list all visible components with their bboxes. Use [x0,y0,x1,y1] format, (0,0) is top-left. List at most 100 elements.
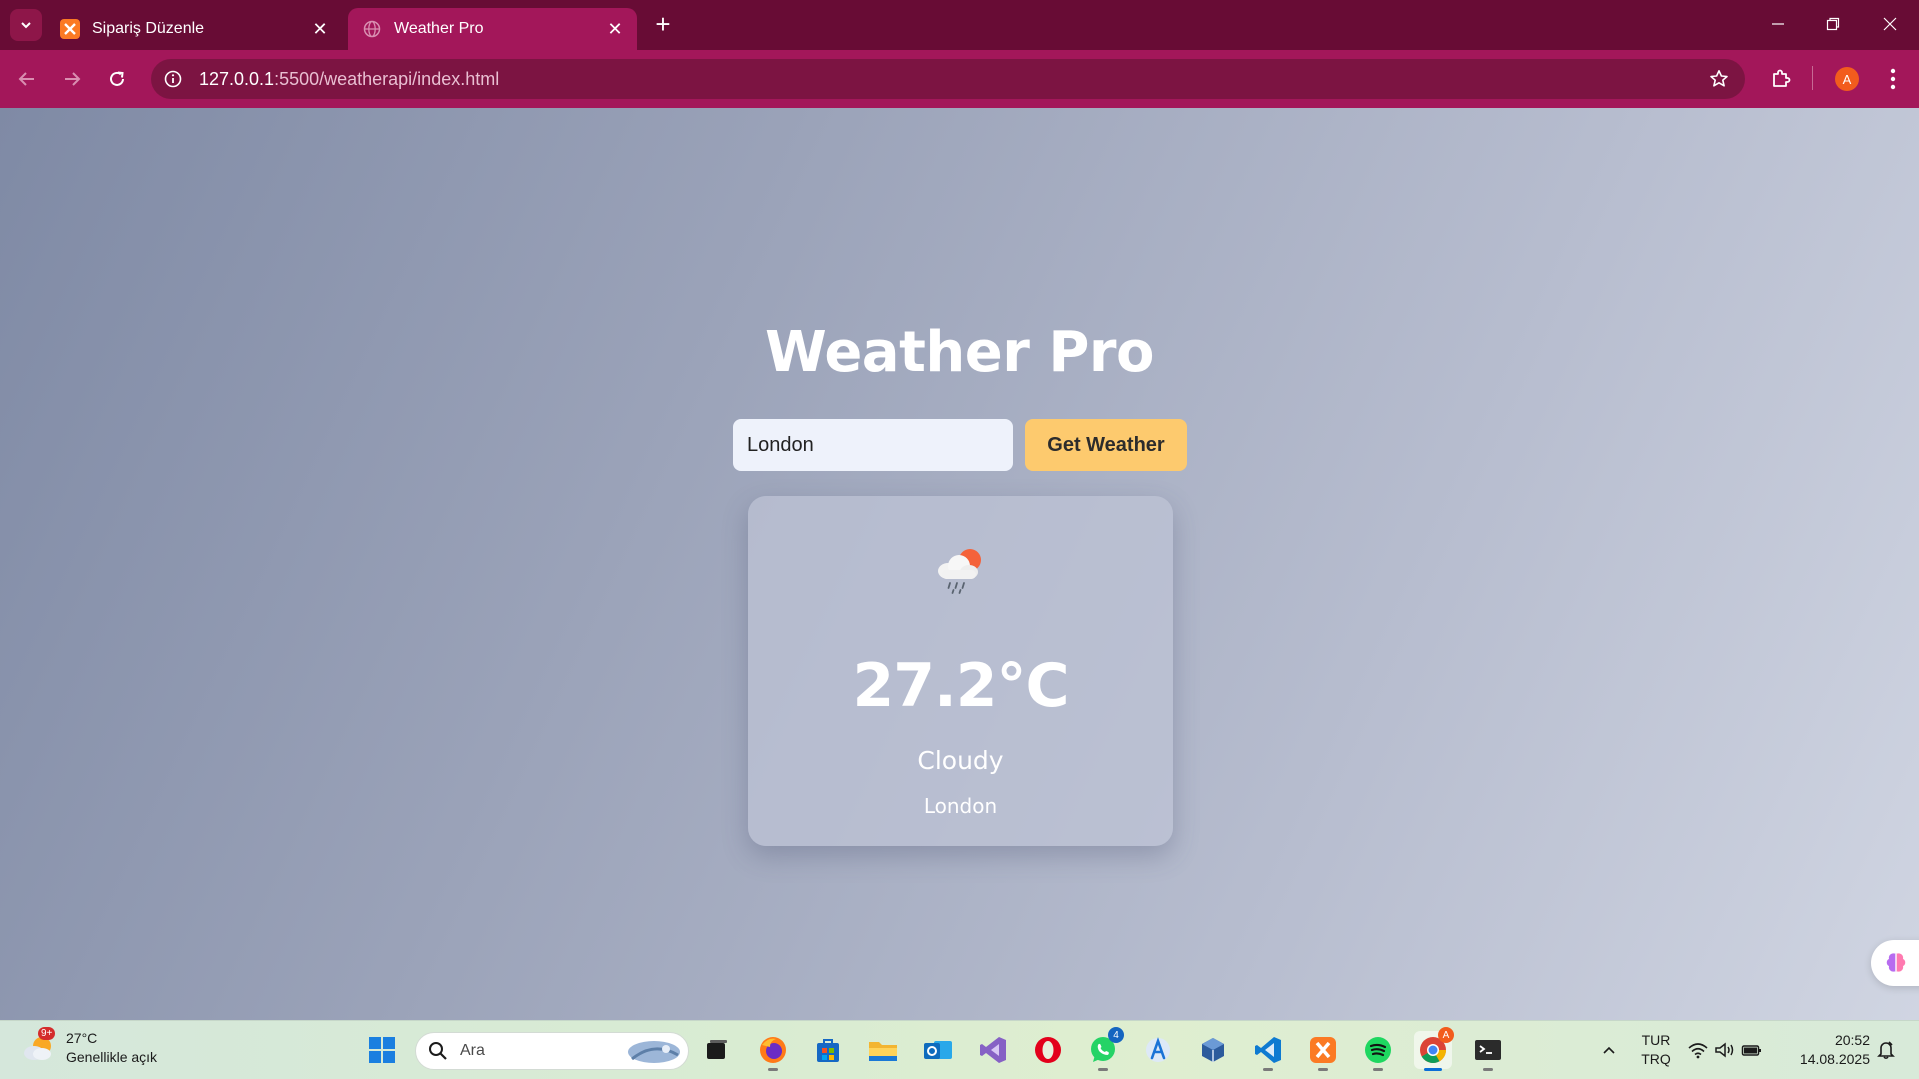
arrow-left-icon [18,72,34,86]
notifications-button[interactable] [1866,1031,1906,1069]
taskbar-store[interactable] [809,1031,847,1069]
city-name: London [923,794,998,818]
brain-icon [1886,953,1906,972]
site-info-icon[interactable] [163,69,183,89]
search-placeholder: Ara [460,1042,485,1059]
new-tab-button[interactable]: + [649,10,677,38]
taskbar-file-explorer[interactable] [864,1031,902,1069]
taskbar-whatsapp[interactable]: 4 [1084,1027,1124,1071]
taskbar-firefox[interactable] [754,1031,792,1071]
reload-button[interactable] [101,63,133,95]
running-indicator [1318,1068,1328,1071]
running-indicator [1373,1068,1383,1071]
close-icon [1883,17,1897,31]
url-host: 127.0.0.1 [199,68,275,89]
language-indicator[interactable]: TUR TRQ [1636,1031,1676,1069]
taskbar-visual-studio[interactable] [974,1031,1012,1069]
search-highlight-icon [628,1041,680,1063]
taskbar-vscode[interactable] [1249,1031,1287,1071]
city-search-input[interactable] [733,419,1013,471]
battery-icon [1741,1045,1761,1056]
menu-button[interactable] [1877,63,1909,95]
language-line-1: TUR [1641,1032,1671,1048]
spotify-icon [1365,1037,1391,1063]
taskbar-spotify[interactable] [1359,1031,1397,1071]
get-weather-button[interactable]: Get Weather [1025,419,1187,471]
cube-icon [1202,1038,1224,1062]
tab-weather-pro[interactable]: Weather Pro ✕ [348,8,637,50]
visual-studio-icon [980,1037,1006,1063]
reload-icon [110,71,124,86]
taskbar: 9+ 27°C Genellikle açık Ara 4 A TUR TRQ … [0,1020,1919,1079]
taskbar-outlook[interactable] [919,1031,957,1069]
taskbar-xampp[interactable] [1304,1031,1342,1071]
outlook-icon [924,1041,952,1059]
copilot-side-button[interactable] [1871,940,1919,986]
page-content: Weather Pro Get Weather 27.2°C Cloudy Lo… [0,108,1919,1020]
profile-badge: A [1438,1027,1454,1043]
terminal-icon [1475,1040,1501,1060]
running-indicator [1483,1068,1493,1071]
taskbar-weather-temp: 27°C [66,1030,98,1046]
address-bar[interactable]: 127.0.0.1:5500/weatherapi/index.html [151,59,1745,99]
language-line-2: TRQ [1641,1051,1671,1067]
taskbar-chrome[interactable]: A [1414,1027,1454,1071]
tab-siparis-duzenle[interactable]: Sipariş Düzenle ✕ [46,8,342,50]
url-text: 127.0.0.1:5500/weatherapi/index.html [199,69,499,90]
taskbar-terminal[interactable] [1469,1031,1507,1071]
xampp-icon [60,19,80,39]
close-icon[interactable]: ✕ [605,19,625,39]
restore-icon [1826,17,1840,31]
task-view-button[interactable] [698,1031,736,1069]
profile-button[interactable]: A [1831,63,1863,95]
running-indicator [1098,1068,1108,1071]
active-indicator [1424,1068,1442,1071]
avatar: A [1835,67,1859,91]
quick-settings-button[interactable] [1683,1031,1767,1069]
cloud-sun-rain-icon [938,549,981,594]
search-icon [429,1042,447,1060]
restore-button[interactable] [1813,8,1853,40]
toolbar-divider [1812,66,1813,90]
task-view-icon [707,1040,727,1059]
taskbar-weather-widget[interactable]: 9+ 27°C Genellikle açık [22,1027,158,1067]
chevron-up-icon [1603,1046,1615,1054]
back-button[interactable] [11,63,43,95]
forward-button[interactable] [56,63,88,95]
tab-title: Weather Pro [394,20,484,37]
show-hidden-icons-button[interactable] [1590,1031,1628,1069]
taskbar-opera[interactable] [1029,1031,1067,1069]
close-icon[interactable]: ✕ [310,19,330,39]
start-button[interactable] [363,1031,401,1069]
browser-toolbar: 127.0.0.1:5500/weatherapi/index.html A [0,50,1919,108]
taskbar-app-store[interactable] [1139,1031,1177,1069]
weather-description: Cloudy [917,746,1004,775]
clock[interactable]: 20:52 14.08.2025 [1786,1031,1870,1069]
clock-time: 20:52 [1834,1032,1870,1048]
wifi-icon [1688,1043,1708,1059]
page-title: Weather Pro [765,320,1154,385]
close-window-button[interactable] [1870,8,1910,40]
minimize-icon [1772,23,1784,25]
chevron-down-icon [21,22,31,29]
tab-search-button[interactable] [10,9,42,41]
clock-date: 14.08.2025 [1799,1051,1870,1067]
extensions-button[interactable] [1765,63,1797,95]
bookmark-star-icon[interactable] [1709,69,1729,89]
tab-title: Sipariş Düzenle [92,20,205,37]
globe-icon [362,19,382,39]
temperature-value: 27.2°C [852,651,1069,721]
opera-icon [1035,1037,1061,1063]
sun-cloud-icon: 9+ [22,1027,56,1065]
minimize-button[interactable] [1758,8,1798,40]
vscode-icon [1255,1037,1281,1063]
url-path: :5500/weatherapi/index.html [274,68,500,89]
notification-badge: 4 [1108,1027,1124,1043]
firefox-icon [760,1037,786,1063]
xampp-icon [1310,1037,1336,1063]
taskbar-virtualbox[interactable] [1194,1031,1232,1069]
weather-card: 27.2°C Cloudy London [748,496,1173,846]
bell-icon [1877,1041,1895,1060]
taskbar-weather-condition: Genellikle açık [66,1049,158,1065]
taskbar-search[interactable]: Ara [415,1032,689,1070]
